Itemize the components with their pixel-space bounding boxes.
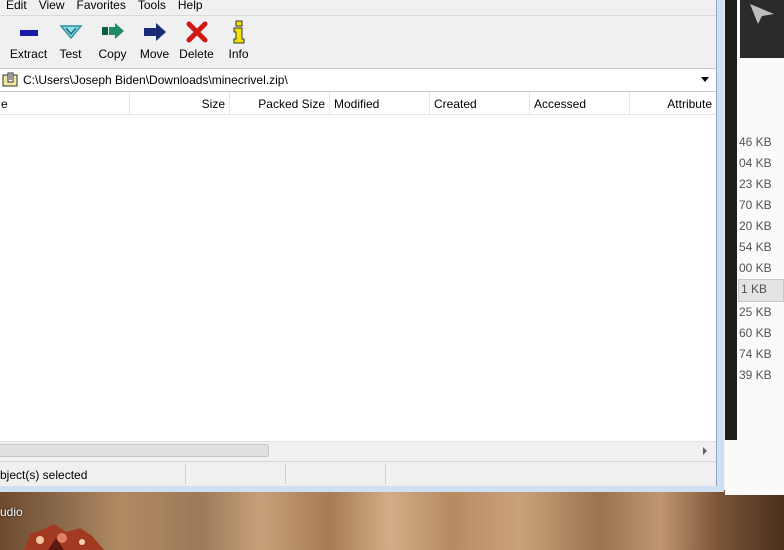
menu-tools[interactable]: Tools bbox=[132, 0, 172, 13]
info-icon bbox=[233, 20, 244, 44]
size-cell: 23 KB bbox=[739, 177, 772, 191]
extract-icon bbox=[19, 30, 38, 36]
status-selected: bject(s) selected bbox=[0, 464, 186, 484]
background-window-header bbox=[740, 0, 784, 58]
column-header-row: e Size Packed Size Modified Created Acce… bbox=[0, 92, 716, 115]
delete-icon bbox=[186, 21, 207, 43]
menu-favorites[interactable]: Favorites bbox=[70, 0, 131, 13]
size-cell: 20 KB bbox=[739, 219, 772, 233]
delete-button[interactable]: Delete bbox=[176, 16, 217, 66]
scroll-right-icon[interactable] bbox=[703, 447, 707, 455]
column-modified[interactable]: Modified bbox=[330, 92, 430, 114]
copy-button[interactable]: Copy bbox=[92, 16, 133, 66]
horizontal-scrollbar[interactable] bbox=[0, 441, 716, 459]
send-icon bbox=[750, 4, 774, 24]
test-icon bbox=[58, 25, 83, 40]
column-size[interactable]: Size bbox=[130, 92, 230, 114]
menu-edit[interactable]: Edit bbox=[0, 0, 33, 13]
copy-icon bbox=[101, 23, 124, 39]
menu-bar: Edit View Favorites Tools Help bbox=[0, 0, 209, 13]
window-divider bbox=[725, 0, 737, 440]
chevron-down-icon[interactable] bbox=[701, 77, 709, 82]
window-client-area: Edit View Favorites Tools Help Extract T… bbox=[0, 0, 717, 486]
column-created[interactable]: Created bbox=[430, 92, 530, 114]
background-size-column: 46 KB 04 KB 23 KB 70 KB 20 KB 54 KB 00 K… bbox=[737, 132, 784, 386]
address-bar[interactable]: C:\Users\Joseph Biden\Downloads\minecriv… bbox=[0, 68, 716, 92]
status-size bbox=[186, 464, 286, 484]
size-cell: 04 KB bbox=[739, 156, 772, 170]
test-label: Test bbox=[59, 47, 82, 61]
size-cell: 60 KB bbox=[739, 326, 772, 340]
size-cell: 00 KB bbox=[739, 261, 772, 275]
address-path[interactable]: C:\Users\Joseph Biden\Downloads\minecriv… bbox=[23, 73, 288, 87]
desktop-background bbox=[0, 490, 784, 550]
column-accessed[interactable]: Accessed bbox=[530, 92, 630, 114]
column-name[interactable]: e bbox=[0, 92, 130, 114]
column-attributes[interactable]: Attribute bbox=[630, 92, 716, 114]
menu-help[interactable]: Help bbox=[172, 0, 209, 13]
size-cell: 70 KB bbox=[739, 198, 772, 212]
archive-folder-icon bbox=[2, 72, 18, 87]
size-cell: 54 KB bbox=[739, 240, 772, 254]
info-label: Info bbox=[228, 47, 249, 61]
status-bar: bject(s) selected bbox=[0, 461, 716, 486]
scrollbar-thumb[interactable] bbox=[0, 444, 269, 457]
size-cell: 46 KB bbox=[739, 135, 772, 149]
column-packed-size[interactable]: Packed Size bbox=[230, 92, 330, 114]
extract-label: Extract bbox=[9, 47, 48, 61]
size-cell-selected[interactable]: 1 KB bbox=[738, 279, 784, 302]
copy-label: Copy bbox=[98, 47, 127, 61]
status-packed-size bbox=[286, 464, 386, 484]
desktop-creature-image bbox=[24, 524, 104, 550]
size-cell: 74 KB bbox=[739, 347, 772, 361]
move-button[interactable]: Move bbox=[134, 16, 175, 66]
file-list[interactable]: e Size Packed Size Modified Created Acce… bbox=[0, 92, 716, 441]
extract-button[interactable]: Extract bbox=[8, 16, 49, 66]
test-button[interactable]: Test bbox=[50, 16, 91, 66]
move-label: Move bbox=[139, 47, 170, 61]
menu-view[interactable]: View bbox=[33, 0, 71, 13]
size-cell: 25 KB bbox=[739, 305, 772, 319]
status-info bbox=[386, 464, 716, 484]
size-cell: 39 KB bbox=[739, 368, 772, 382]
toolbar: Extract Test Copy Move Delete Info bbox=[0, 15, 716, 66]
file-manager-window: Edit View Favorites Tools Help Extract T… bbox=[0, 0, 724, 492]
desktop-icon-label[interactable]: udio bbox=[0, 505, 23, 519]
delete-label: Delete bbox=[179, 47, 214, 61]
move-icon bbox=[143, 23, 166, 41]
info-button[interactable]: Info bbox=[218, 16, 259, 66]
